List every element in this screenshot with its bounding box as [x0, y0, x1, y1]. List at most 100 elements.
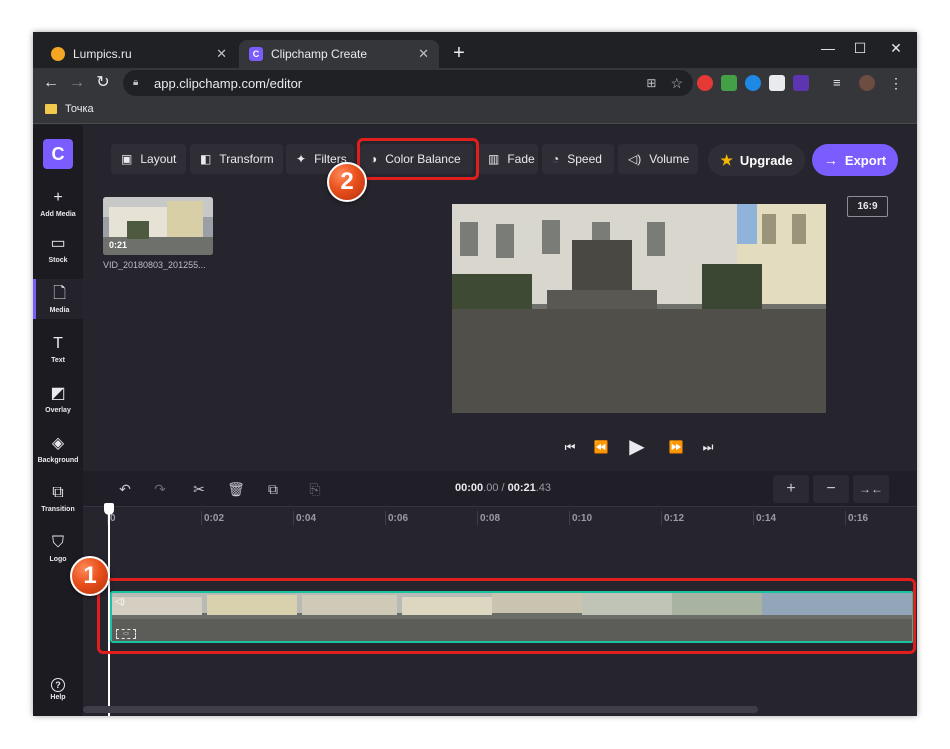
- aspect-ratio-button[interactable]: 16:9: [847, 196, 888, 217]
- timecode: 00:00.00 / 00:21.43: [455, 482, 551, 494]
- sidebar-item-label: Transition: [41, 505, 75, 513]
- lumpics-favicon-icon: [51, 47, 65, 61]
- sidebar-item-label: Text: [51, 356, 65, 364]
- tool-volume-button[interactable]: ◁) Volume: [618, 144, 698, 174]
- undo-icon[interactable]: ↶: [110, 477, 140, 501]
- media-duration: 0:21: [109, 240, 128, 250]
- rewind-icon[interactable]: ⏪: [590, 440, 612, 454]
- back-icon[interactable]: ←: [39, 71, 63, 95]
- zoom-fit-button[interactable]: →←: [853, 475, 889, 503]
- timeline-ruler[interactable]: 0 0:02 0:04 0:06 0:08 0:10 0:12 0:14 0:1…: [83, 507, 917, 529]
- reload-icon[interactable]: ↻: [91, 71, 115, 95]
- avatar[interactable]: [859, 75, 875, 91]
- tool-label: Layout: [140, 152, 177, 166]
- maximize-icon[interactable]: ☐: [845, 36, 875, 60]
- forward-icon[interactable]: →: [65, 71, 89, 95]
- sidebar-item-add-media[interactable]: + Add Media: [33, 183, 83, 223]
- tab-title: Clipchamp Create: [271, 47, 368, 61]
- sidebar-item-label: Overlay: [45, 406, 71, 414]
- tab-lumpics[interactable]: Lumpics.ru ✕: [41, 40, 237, 68]
- arrow-right-icon: →: [823, 152, 838, 168]
- sidebar-item-background[interactable]: ◈ Background: [33, 429, 83, 469]
- close-tab-icon[interactable]: ✕: [216, 46, 227, 62]
- playhead-handle[interactable]: [104, 503, 114, 515]
- trash-icon[interactable]: 🗑︎: [221, 477, 251, 501]
- export-button[interactable]: → Export: [812, 144, 898, 176]
- sidebar-item-transition[interactable]: ⧉ Transition: [33, 478, 83, 518]
- tick-mark: [661, 511, 662, 525]
- bookmark-star-icon[interactable]: ☆: [670, 75, 683, 92]
- extension-opera-icon[interactable]: [697, 75, 713, 91]
- tick-mark: [201, 511, 202, 525]
- tab-clipchamp[interactable]: C Clipchamp Create ✕: [239, 40, 439, 68]
- close-tab-icon[interactable]: ✕: [418, 46, 429, 62]
- media-thumbnail[interactable]: 0:21: [103, 197, 213, 255]
- minimize-icon[interactable]: —: [813, 36, 843, 60]
- text-icon: T: [53, 334, 63, 352]
- tool-transform-button[interactable]: ◧ Transform: [190, 144, 283, 174]
- zoom-in-button[interactable]: +: [773, 475, 809, 503]
- sidebar-item-help[interactable]: ? Help: [33, 669, 83, 709]
- skip-back-icon[interactable]: ⏮: [559, 440, 581, 455]
- layout-icon: ▣: [121, 152, 133, 166]
- extension-cube-icon[interactable]: [769, 75, 785, 91]
- address-bar[interactable]: 🔒︎ app.clipchamp.com/editor ⊞ ☆: [123, 70, 693, 96]
- bookmark-item[interactable]: Точка: [45, 103, 94, 115]
- timeline-scrollbar[interactable]: [83, 706, 758, 713]
- play-icon[interactable]: ▶: [626, 434, 648, 459]
- duplicate-icon[interactable]: ⧉: [258, 477, 288, 501]
- extension-ad-icon[interactable]: [793, 75, 809, 91]
- tick-mark: [569, 511, 570, 525]
- url-text: app.clipchamp.com/editor: [154, 75, 303, 91]
- tick-label: 0:10: [572, 513, 593, 524]
- skip-forward-icon[interactable]: ⏭: [697, 440, 719, 455]
- step-badge-2: 2: [327, 162, 367, 202]
- shield-icon: ⛉: [51, 533, 64, 551]
- time-total: 00:21: [507, 482, 536, 494]
- paste-icon[interactable]: ⎘: [300, 477, 330, 501]
- sidebar-item-text[interactable]: T Text: [33, 329, 83, 369]
- scissors-icon[interactable]: ✂: [184, 477, 214, 501]
- tool-label: Volume: [649, 152, 690, 166]
- star-icon: ★: [720, 151, 733, 168]
- tool-speed-button[interactable]: ◔ Speed: [542, 144, 614, 174]
- time-current-frac: .00: [483, 482, 499, 494]
- overlay-icon: ◩: [50, 384, 66, 402]
- folder-icon: [45, 104, 57, 114]
- extension-music-icon[interactable]: [721, 75, 737, 91]
- extension-globe-icon[interactable]: [745, 75, 761, 91]
- timeline-toolbar: ↶ ↷ ✂ 🗑︎ ⧉ ⎘ 00:00.00 / 00:21.43 + − →←: [83, 471, 917, 507]
- tick-label: 0:14: [756, 513, 777, 524]
- upgrade-button[interactable]: ★ Upgrade: [708, 144, 805, 176]
- browser-toolbar: ← → ↻ 🔒︎ app.clipchamp.com/editor ⊞ ☆ ≡ …: [33, 68, 917, 98]
- tick-mark: [385, 511, 386, 525]
- sidebar-item-stock[interactable]: ▭ Stock: [33, 229, 83, 269]
- menu-dots-icon[interactable]: ⋮: [889, 75, 905, 91]
- tool-fade-button[interactable]: ▥ Fade: [478, 144, 538, 174]
- upgrade-label: Upgrade: [739, 152, 793, 168]
- transition-icon: ⧉: [52, 483, 64, 501]
- tool-layout-button[interactable]: ▣ Layout: [111, 144, 186, 174]
- zoom-out-button[interactable]: −: [813, 475, 849, 503]
- lock-icon: 🔒︎: [133, 77, 139, 88]
- redo-icon[interactable]: ↷: [145, 477, 175, 501]
- sidebar-item-overlay[interactable]: ◩ Overlay: [33, 379, 83, 419]
- sidebar-item-label: Add Media: [40, 210, 76, 218]
- new-tab-button[interactable]: +: [447, 42, 471, 66]
- fast-forward-icon[interactable]: ⏩: [665, 440, 687, 454]
- translate-icon[interactable]: ⊞: [646, 76, 656, 90]
- sidebar-item-label: Help: [50, 693, 66, 701]
- tool-label: Speed: [567, 152, 602, 166]
- video-preview[interactable]: [452, 204, 826, 413]
- playlist-icon[interactable]: ≡: [833, 75, 849, 91]
- close-window-icon[interactable]: ✕: [881, 36, 911, 60]
- media-filename: VID_20180803_201255...: [103, 260, 206, 270]
- tick-mark: [845, 511, 846, 525]
- video-frame-image: [452, 204, 826, 413]
- transform-icon: ◧: [200, 152, 212, 166]
- app-logo[interactable]: C: [43, 139, 73, 169]
- sidebar-item-media[interactable]: 🗋 Media: [33, 279, 83, 319]
- speed-icon: ◔: [552, 152, 560, 166]
- clipchamp-favicon-icon: C: [249, 47, 263, 61]
- export-label: Export: [844, 152, 887, 168]
